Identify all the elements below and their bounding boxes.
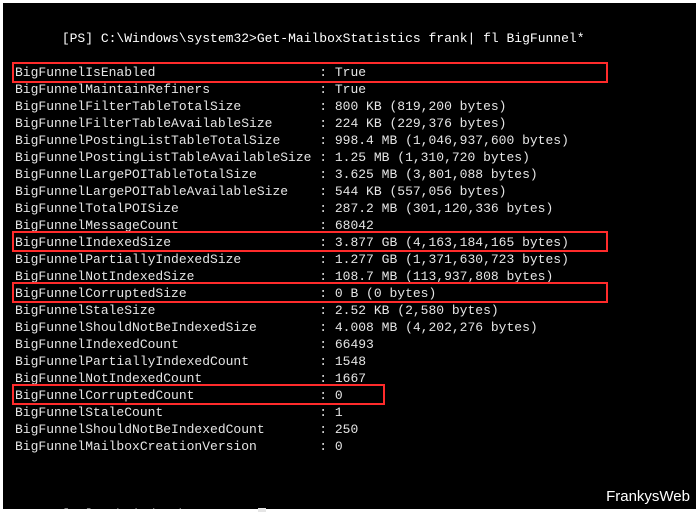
property-row: BigFunnelPostingListTableTotalSize : 998… (15, 132, 684, 149)
property-row: BigFunnelNotIndexedCount : 1667 (15, 370, 684, 387)
property-row: BigFunnelStaleSize : 2.52 KB (2,580 byte… (15, 302, 684, 319)
property-row: BigFunnelMailboxCreationVersion : 0 (15, 438, 684, 455)
property-row: BigFunnelMessageCount : 68042 (15, 217, 684, 234)
property-row: BigFunnelStaleCount : 1 (15, 404, 684, 421)
property-row: BigFunnelIsEnabled : True (15, 64, 684, 81)
property-row: BigFunnelFilterTableAvailableSize : 224 … (15, 115, 684, 132)
property-row: BigFunnelLargePOITableAvailableSize : 54… (15, 183, 684, 200)
watermark: FrankysWeb (606, 488, 690, 505)
prompt-line-1: [PS] C:\Windows\system32>Get-MailboxStat… (15, 13, 684, 30)
terminal-window: [PS] C:\Windows\system32>Get-MailboxStat… (0, 0, 699, 512)
property-row: BigFunnelCorruptedCount : 0 (15, 387, 684, 404)
property-row: BigFunnelNotIndexedSize : 108.7 MB (113,… (15, 268, 684, 285)
property-row: BigFunnelPartiallyIndexedSize : 1.277 GB… (15, 251, 684, 268)
property-row: BigFunnelCorruptedSize : 0 B (0 bytes) (15, 285, 684, 302)
property-row: BigFunnelIndexedCount : 66493 (15, 336, 684, 353)
property-row: BigFunnelPostingListTableAvailableSize :… (15, 149, 684, 166)
blank-line (15, 472, 684, 489)
prompt-command: Get-MailboxStatistics frank| fl BigFunne… (257, 31, 585, 46)
prompt-prefix: [PS] C:\Windows\system32> (62, 507, 257, 512)
property-row: BigFunnelIndexedSize : 3.877 GB (4,163,1… (15, 234, 684, 251)
property-row: BigFunnelFilterTableTotalSize : 800 KB (… (15, 98, 684, 115)
terminal-viewport[interactable]: [PS] C:\Windows\system32>Get-MailboxStat… (7, 7, 692, 505)
prompt-line-2[interactable]: [PS] C:\Windows\system32> (15, 489, 684, 506)
property-row: BigFunnelShouldNotBeIndexedSize : 4.008 … (15, 319, 684, 336)
prompt-prefix: [PS] C:\Windows\system32> (62, 31, 257, 46)
property-row: BigFunnelShouldNotBeIndexedCount : 250 (15, 421, 684, 438)
blank-line (15, 47, 684, 64)
blank-line (15, 455, 684, 472)
property-row: BigFunnelPartiallyIndexedCount : 1548 (15, 353, 684, 370)
output-block: BigFunnelIsEnabled : TrueBigFunnelMainta… (15, 64, 684, 455)
property-row: BigFunnelMaintainRefiners : True (15, 81, 684, 98)
property-row: BigFunnelLargePOITableTotalSize : 3.625 … (15, 166, 684, 183)
property-row: BigFunnelTotalPOISize : 287.2 MB (301,12… (15, 200, 684, 217)
text-cursor (258, 508, 266, 512)
